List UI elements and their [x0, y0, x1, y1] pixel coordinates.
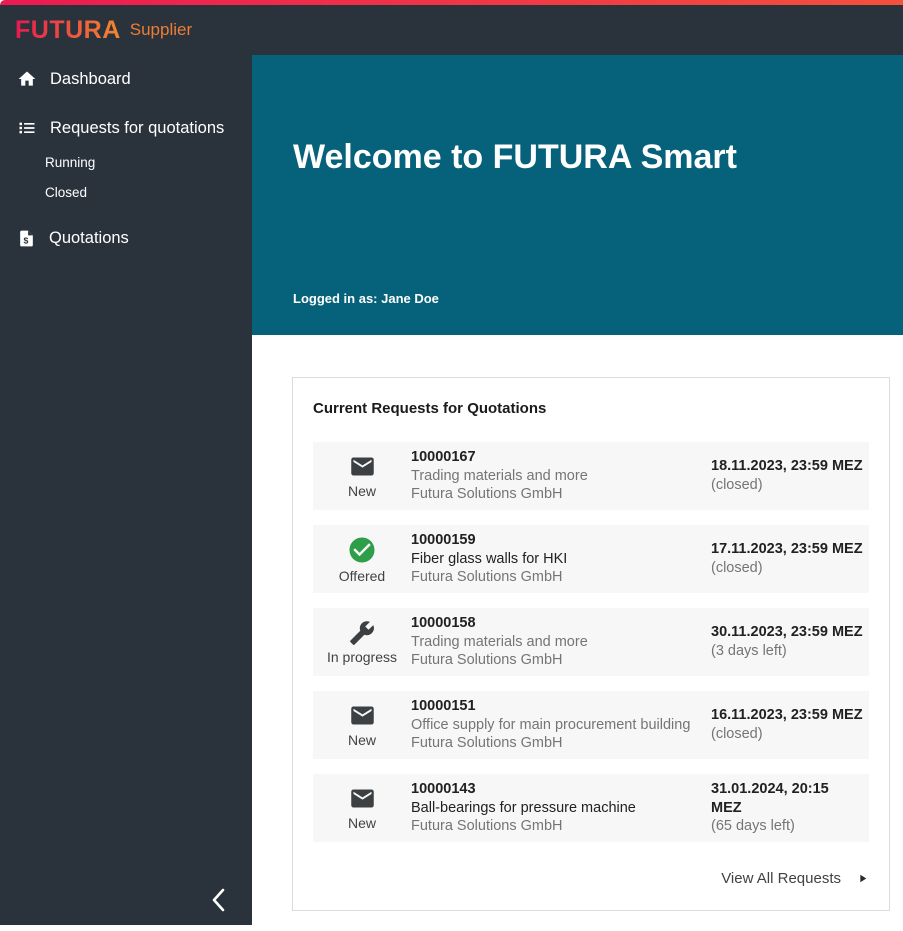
- rfq-deadline: 18.11.2023, 23:59 MEZ: [711, 457, 863, 476]
- sidebar-item-label: Quotations: [49, 229, 129, 248]
- card-title: Current Requests for Quotations: [313, 400, 869, 417]
- rfq-status-label: New: [348, 732, 376, 748]
- accent-bar: [0, 0, 903, 5]
- envelope-icon: [349, 785, 376, 812]
- quote-document-icon: $: [17, 228, 36, 249]
- brand-logo: FUTURA: [15, 16, 121, 45]
- rfq-row[interactable]: New 10000143 Ball-bearings for pressure …: [313, 774, 869, 842]
- sidebar-subitem-running[interactable]: Running: [0, 147, 252, 177]
- rfq-id: 10000167: [411, 448, 703, 467]
- envelope-icon: [349, 453, 376, 480]
- page-title: Welcome to FUTURA Smart: [293, 138, 737, 177]
- rfq-deadline: 17.11.2023, 23:59 MEZ: [711, 540, 863, 559]
- rfq-note: (65 days left): [711, 817, 863, 836]
- rfq-deadline: 30.11.2023, 23:59 MEZ: [711, 623, 863, 642]
- sidebar-item-quotations[interactable]: $ Quotations: [0, 219, 252, 257]
- rfq-title: Ball-bearings for pressure machine: [411, 799, 703, 818]
- welcome-banner: Welcome to FUTURA Smart Logged in as: Ja…: [252, 55, 903, 335]
- sidebar-item-label: Requests for quotations: [50, 119, 224, 138]
- rfq-id: 10000159: [411, 531, 703, 550]
- sidebar-subitem-closed[interactable]: Closed: [0, 177, 252, 207]
- rfq-company: Futura Solutions GmbH: [411, 568, 703, 587]
- rfq-note: (closed): [711, 725, 863, 744]
- rfq-title: Office supply for main procurement build…: [411, 716, 703, 735]
- rfq-deadline: 31.01.2024, 20:15 MEZ: [711, 780, 863, 818]
- current-requests-card: Current Requests for Quotations New 1000…: [292, 377, 890, 911]
- rfq-deadline: 16.11.2023, 23:59 MEZ: [711, 706, 863, 725]
- rfq-company: Futura Solutions GmbH: [411, 817, 703, 836]
- rfq-row[interactable]: New 10000167 Trading materials and more …: [313, 442, 869, 510]
- sidebar: Dashboard Requests for quotations Runnin…: [0, 55, 252, 925]
- rfq-id: 10000143: [411, 780, 703, 799]
- rfq-row[interactable]: In progress 10000158 Trading materials a…: [313, 608, 869, 676]
- rfq-title: Trading materials and more: [411, 633, 703, 652]
- wrench-icon: [349, 620, 375, 646]
- sidebar-item-dashboard[interactable]: Dashboard: [0, 59, 252, 99]
- rfq-id: 10000151: [411, 697, 703, 716]
- rfq-id: 10000158: [411, 614, 703, 633]
- rfq-row[interactable]: Offered 10000159 Fiber glass walls for H…: [313, 525, 869, 593]
- rfq-company: Futura Solutions GmbH: [411, 734, 703, 753]
- app-header: FUTURA Supplier: [0, 5, 903, 55]
- sidebar-collapse-button[interactable]: [198, 879, 240, 921]
- sidebar-item-requests-for-quotations[interactable]: Requests for quotations: [0, 109, 252, 147]
- logged-in-status: Logged in as: Jane Doe: [293, 291, 439, 306]
- home-icon: [17, 69, 37, 89]
- rfq-status-label: In progress: [327, 649, 397, 665]
- view-all-requests-link[interactable]: View All Requests: [313, 866, 869, 890]
- rfq-title: Fiber glass walls for HKI: [411, 550, 703, 569]
- list-icon: [17, 118, 37, 138]
- rfq-note: (closed): [711, 559, 863, 578]
- view-all-label: View All Requests: [721, 870, 841, 887]
- envelope-icon: [349, 702, 376, 729]
- sidebar-item-label: Dashboard: [50, 70, 131, 89]
- chevron-left-icon: [208, 885, 230, 915]
- main-content: Welcome to FUTURA Smart Logged in as: Ja…: [252, 55, 903, 931]
- rfq-row[interactable]: New 10000151 Office supply for main proc…: [313, 691, 869, 759]
- check-circle-icon: [347, 535, 377, 565]
- play-arrow-icon: [856, 872, 869, 885]
- rfq-note: (closed): [711, 476, 863, 495]
- rfq-status-label: New: [348, 483, 376, 499]
- rfq-status-label: Offered: [339, 568, 385, 584]
- rfq-note: (3 days left): [711, 642, 863, 661]
- rfq-company: Futura Solutions GmbH: [411, 651, 703, 670]
- rfq-company: Futura Solutions GmbH: [411, 485, 703, 504]
- svg-text:$: $: [23, 235, 28, 245]
- rfq-title: Trading materials and more: [411, 467, 703, 486]
- brand-suffix: Supplier: [130, 20, 192, 40]
- rfq-status-label: New: [348, 815, 376, 831]
